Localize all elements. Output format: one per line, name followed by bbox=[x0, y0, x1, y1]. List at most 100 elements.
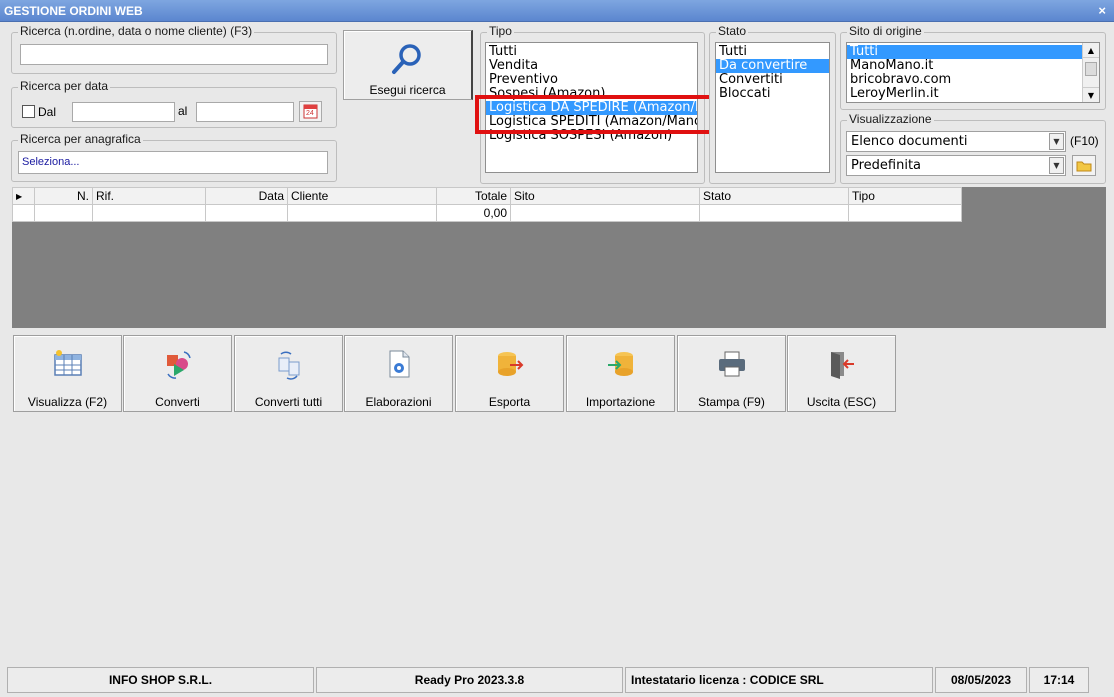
calendar-button[interactable]: 24 bbox=[299, 101, 322, 122]
date-search-group: Ricerca per data Dal al 24 bbox=[11, 79, 337, 128]
tipo-item-preventivo[interactable]: Preventivo bbox=[486, 73, 697, 87]
converti-button[interactable]: Converti bbox=[123, 335, 232, 412]
sito-item-bricobravo[interactable]: bricobravo.com bbox=[847, 73, 1099, 87]
esporta-button[interactable]: Esporta bbox=[455, 335, 564, 412]
importazione-button[interactable]: Importazione bbox=[566, 335, 675, 412]
dal-label: Dal bbox=[38, 105, 57, 119]
al-label: al bbox=[178, 104, 188, 118]
col-rif[interactable]: Rif. bbox=[92, 187, 206, 205]
highlight-box bbox=[475, 95, 713, 134]
convert-icon bbox=[167, 351, 191, 379]
anagrafica-select[interactable]: Seleziona... bbox=[18, 151, 328, 174]
stato-item-bloccati[interactable]: Bloccati bbox=[716, 87, 829, 101]
cell-sito[interactable] bbox=[510, 204, 700, 222]
row-indicator-cell bbox=[12, 204, 35, 222]
sito-item-tutti[interactable]: Tutti bbox=[847, 45, 1082, 59]
cell-numero[interactable] bbox=[34, 204, 93, 222]
orders-grid[interactable]: ▶ N. Rif. Data Cliente Totale Sito Stato… bbox=[12, 187, 962, 222]
cell-rif[interactable] bbox=[92, 204, 206, 222]
sito-group: Sito di origine Tutti ManoMano.it bricob… bbox=[840, 24, 1106, 110]
date-from-input[interactable] bbox=[72, 102, 175, 122]
search-text-group: Ricerca (n.ordine, data o nome cliente) … bbox=[11, 24, 337, 74]
scroll-thumb[interactable] bbox=[1085, 62, 1097, 76]
col-tipo[interactable]: Tipo bbox=[848, 187, 962, 205]
cell-totale[interactable]: 0,00 bbox=[436, 204, 511, 222]
cell-tipo[interactable] bbox=[848, 204, 962, 222]
converti-tutti-button[interactable]: Converti tutti bbox=[234, 335, 343, 412]
search-icon bbox=[392, 44, 421, 74]
view-mode-value: Elenco documenti bbox=[851, 134, 968, 149]
close-icon[interactable]: × bbox=[1098, 0, 1106, 22]
window-title-bar: GESTIONE ORDINI WEB × bbox=[0, 0, 1114, 22]
chevron-down-icon[interactable]: ▼ bbox=[1049, 157, 1064, 174]
grid-header-row: ▶ N. Rif. Data Cliente Totale Sito Stato… bbox=[12, 187, 962, 205]
calendar-day: 24 bbox=[306, 110, 314, 117]
esporta-label: Esporta bbox=[488, 395, 531, 409]
row-indicator-icon: ▶ bbox=[12, 187, 35, 205]
view-layout-value: Predefinita bbox=[851, 158, 922, 173]
visualizza-button[interactable]: Visualizza (F2) bbox=[13, 335, 122, 412]
stato-item-tutti[interactable]: Tutti bbox=[716, 45, 829, 59]
view-layout-select[interactable]: Predefinita ▼ bbox=[846, 155, 1066, 176]
col-sito[interactable]: Sito bbox=[510, 187, 700, 205]
sito-item-manomano[interactable]: ManoMano.it bbox=[847, 59, 1099, 73]
cell-cliente[interactable] bbox=[287, 204, 437, 222]
view-shortcut-label: (F10) bbox=[1070, 134, 1099, 148]
sito-list[interactable]: Tutti ManoMano.it bricobravo.com LeroyMe… bbox=[846, 42, 1100, 103]
convert-all-icon bbox=[278, 351, 300, 380]
sito-item-leroymerlin[interactable]: LeroyMerlin.it bbox=[847, 87, 1099, 101]
elaborazioni-button[interactable]: Elaborazioni bbox=[344, 335, 453, 412]
uscita-button[interactable]: Uscita (ESC) bbox=[787, 335, 896, 412]
col-data[interactable]: Data bbox=[205, 187, 288, 205]
status-company: INFO SHOP S.R.L. bbox=[7, 667, 314, 693]
tipo-label: Tipo bbox=[487, 24, 514, 38]
stato-item-convertiti[interactable]: Convertiti bbox=[716, 73, 829, 87]
scroll-down-icon[interactable]: ▼ bbox=[1083, 87, 1099, 102]
search-input[interactable] bbox=[20, 44, 328, 65]
chevron-down-icon[interactable]: ▼ bbox=[1049, 133, 1064, 150]
col-totale[interactable]: Totale bbox=[436, 187, 511, 205]
importazione-label: Importazione bbox=[585, 395, 656, 409]
folder-icon bbox=[1076, 161, 1092, 172]
run-search-button[interactable]: Esegui ricerca bbox=[343, 30, 473, 100]
table-view-icon bbox=[54, 350, 82, 376]
export-database-icon bbox=[498, 352, 524, 376]
anagrafica-group: Ricerca per anagrafica Seleziona... bbox=[11, 132, 337, 182]
anagrafica-label: Ricerca per anagrafica bbox=[18, 132, 143, 146]
tipo-item-tutti[interactable]: Tutti bbox=[486, 45, 697, 59]
status-version: Ready Pro 2023.3.8 bbox=[316, 667, 623, 693]
col-numero[interactable]: N. bbox=[34, 187, 93, 205]
table-row[interactable]: 0,00 bbox=[12, 204, 962, 222]
search-text-label: Ricerca (n.ordine, data o nome cliente) … bbox=[18, 24, 255, 38]
import-database-icon bbox=[608, 352, 633, 376]
exit-door-icon bbox=[831, 352, 854, 379]
sito-label: Sito di origine bbox=[847, 24, 924, 38]
col-stato[interactable]: Stato bbox=[699, 187, 849, 205]
date-to-input[interactable] bbox=[196, 102, 294, 122]
converti-label: Converti bbox=[155, 395, 200, 409]
stato-group: Stato Tutti Da convertire Convertiti Blo… bbox=[709, 24, 836, 184]
open-folder-button[interactable] bbox=[1072, 155, 1096, 176]
status-date: 08/05/2023 bbox=[935, 667, 1027, 693]
scroll-up-icon[interactable]: ▲ bbox=[1083, 43, 1099, 58]
sito-scrollbar[interactable]: ▲ ▼ bbox=[1082, 43, 1099, 102]
stato-item-da-convertire[interactable]: Da convertire bbox=[716, 59, 829, 73]
date-search-label: Ricerca per data bbox=[18, 79, 111, 93]
view-mode-select[interactable]: Elenco documenti ▼ bbox=[846, 131, 1066, 152]
document-gear-icon bbox=[389, 350, 410, 378]
converti-tutti-label: Converti tutti bbox=[254, 395, 323, 409]
col-cliente[interactable]: Cliente bbox=[287, 187, 437, 205]
stato-list[interactable]: Tutti Da convertire Convertiti Bloccati bbox=[715, 42, 830, 173]
cell-stato[interactable] bbox=[699, 204, 849, 222]
tipo-item-vendita[interactable]: Vendita bbox=[486, 59, 697, 73]
visualizzazione-group: Visualizzazione Elenco documenti ▼ (F10)… bbox=[840, 112, 1106, 184]
stampa-label: Stampa (F9) bbox=[698, 395, 765, 409]
cell-data[interactable] bbox=[205, 204, 288, 222]
status-time: 17:14 bbox=[1029, 667, 1089, 693]
stato-label: Stato bbox=[716, 24, 749, 38]
dal-checkbox[interactable] bbox=[22, 105, 35, 118]
printer-icon bbox=[719, 351, 745, 377]
orders-grid-area[interactable]: ▶ N. Rif. Data Cliente Totale Sito Stato… bbox=[12, 187, 1106, 328]
stampa-button[interactable]: Stampa (F9) bbox=[677, 335, 786, 412]
run-search-label: Esegui ricerca bbox=[369, 83, 446, 97]
